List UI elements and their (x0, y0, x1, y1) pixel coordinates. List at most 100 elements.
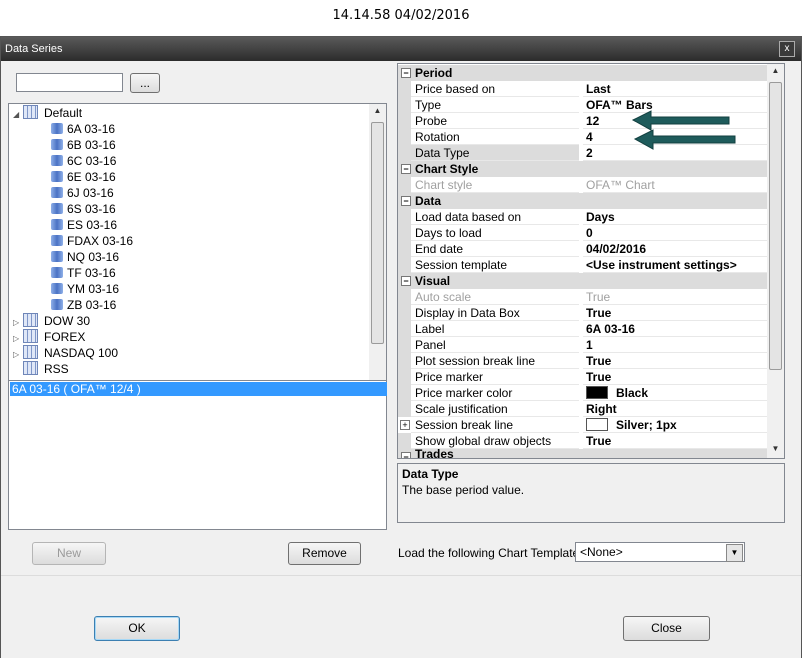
prop-value[interactable]: 1 (583, 337, 768, 353)
data-series-dialog: Data Series x ... ◢ Default 6A 03-16 6B 0… (0, 36, 802, 658)
scroll-thumb[interactable] (371, 122, 384, 344)
prop-load-based-on[interactable]: Load data based on Days (398, 209, 768, 225)
database-icon (51, 123, 63, 134)
prop-session-template[interactable]: Session template <Use instrument settings… (398, 257, 768, 273)
list-item-selected[interactable]: 6A 03-16 ( OFA™ 12/4 ) (10, 382, 387, 396)
collapse-icon[interactable]: − (401, 276, 411, 286)
tree-item[interactable]: 6S 03-16 (51, 201, 116, 217)
scroll-down-icon[interactable]: ▼ (767, 444, 784, 453)
prop-value[interactable]: Silver; 1px (583, 417, 768, 433)
tree-item[interactable]: 6C 03-16 (51, 153, 116, 169)
tree-item[interactable]: YM 03-16 (51, 281, 119, 297)
category-chart-style[interactable]: − Chart Style (398, 161, 768, 177)
prop-value[interactable]: 04/02/2016 (583, 241, 768, 257)
property-scrollbar[interactable]: ▲ ▼ (767, 64, 784, 458)
prop-label[interactable]: Label 6A 03-16 (398, 321, 768, 337)
template-select[interactable]: <None> ▼ (575, 542, 745, 562)
chevron-down-icon[interactable]: ▼ (726, 544, 743, 562)
prop-scale-justification[interactable]: Scale justification Right (398, 401, 768, 417)
prop-auto-scale[interactable]: Auto scale True (398, 289, 768, 305)
prop-value[interactable]: True (583, 433, 768, 449)
collapse-icon[interactable]: − (401, 452, 411, 458)
tree-item[interactable]: TF 03-16 (51, 265, 116, 281)
remove-button[interactable]: Remove (288, 542, 361, 565)
category-label: Visual (415, 274, 451, 288)
list-icon (23, 329, 38, 343)
tree-item[interactable]: 6B 03-16 (51, 137, 116, 153)
list-icon (23, 345, 38, 359)
tree-node-default[interactable]: ◢ Default (13, 105, 82, 121)
template-label: Load the following Chart Template: (398, 546, 583, 560)
prop-value[interactable]: Right (583, 401, 768, 417)
prop-name: Type (411, 97, 579, 113)
prop-price-marker-color[interactable]: Price marker color Black (398, 385, 768, 401)
prop-show-global-draw[interactable]: Show global draw objects True (398, 433, 768, 449)
ok-button[interactable]: OK (94, 616, 180, 641)
prop-name: Scale justification (411, 401, 579, 417)
browse-button[interactable]: ... (130, 73, 160, 93)
search-input[interactable] (16, 73, 123, 92)
prop-value[interactable]: 6A 03-16 (583, 321, 768, 337)
category-period[interactable]: − Period (398, 65, 768, 81)
prop-plot-session-break[interactable]: Plot session break line True (398, 353, 768, 369)
tree-node-nasdaq100[interactable]: ▷ NASDAQ 100 (13, 345, 118, 361)
prop-value: OFA™ Chart (583, 177, 768, 193)
prop-session-break-line[interactable]: + Session break line Silver; 1px (398, 417, 768, 433)
tree-node-rss[interactable]: RSS (13, 361, 69, 377)
category-visual[interactable]: − Visual (398, 273, 768, 289)
database-icon (51, 219, 63, 230)
tree-node-forex[interactable]: ▷ FOREX (13, 329, 85, 345)
tree-item-label: 6S 03-16 (67, 202, 116, 216)
prop-price-marker[interactable]: Price marker True (398, 369, 768, 385)
tree-node-label: NASDAQ 100 (44, 346, 119, 360)
scroll-up-icon[interactable]: ▲ (369, 106, 386, 115)
prop-chart-style[interactable]: Chart style OFA™ Chart (398, 177, 768, 193)
tree-item-label: 6A 03-16 (67, 122, 116, 136)
scroll-thumb[interactable] (769, 82, 782, 370)
expand-icon[interactable]: + (400, 420, 410, 430)
tree-item[interactable]: FDAX 03-16 (51, 233, 133, 249)
tree-scrollbar[interactable]: ▲ ▼ (369, 104, 386, 410)
prop-value[interactable]: True (583, 369, 768, 385)
category-data[interactable]: − Data (398, 193, 768, 209)
collapse-icon[interactable]: − (401, 196, 411, 206)
tree-node-dow30[interactable]: ▷ DOW 30 (13, 313, 90, 329)
tree-item[interactable]: NQ 03-16 (51, 249, 119, 265)
scroll-up-icon[interactable]: ▲ (767, 66, 784, 75)
tree-item[interactable]: ES 03-16 (51, 217, 117, 233)
prop-value[interactable]: Days (583, 209, 768, 225)
tree-item-label: 6C 03-16 (67, 154, 117, 168)
category-label: Data (415, 194, 442, 208)
tree-item[interactable]: ZB 03-16 (51, 297, 116, 313)
collapse-icon[interactable]: − (401, 68, 411, 78)
collapse-icon[interactable]: − (401, 164, 411, 174)
prop-panel[interactable]: Panel 1 (398, 337, 768, 353)
prop-days-to-load[interactable]: Days to load 0 (398, 225, 768, 241)
prop-price-based-on[interactable]: Price based on Last (398, 81, 768, 97)
database-icon (51, 187, 63, 198)
tree-node-label: FOREX (44, 330, 86, 344)
prop-value[interactable]: <Use instrument settings> (583, 257, 768, 273)
prop-value[interactable]: Black (583, 385, 768, 401)
tree-item[interactable]: 6J 03-16 (51, 185, 114, 201)
tree-node-label: RSS (44, 362, 69, 376)
close-window-button[interactable]: x (779, 41, 795, 57)
prop-end-date[interactable]: End date 04/02/2016 (398, 241, 768, 257)
prop-value[interactable]: True (583, 353, 768, 369)
new-button[interactable]: New (32, 542, 106, 565)
prop-display-data-box[interactable]: Display in Data Box True (398, 305, 768, 321)
prop-value[interactable]: True (583, 305, 768, 321)
prop-value[interactable]: 0 (583, 225, 768, 241)
tree-item-label: ZB 03-16 (67, 298, 117, 312)
prop-value[interactable]: Last (583, 81, 768, 97)
prop-name: Show global draw objects (411, 433, 579, 449)
category-trades[interactable]: − Trades (398, 449, 768, 458)
tree-item[interactable]: 6A 03-16 (51, 121, 115, 137)
tree-item[interactable]: 6E 03-16 (51, 169, 116, 185)
series-list: 6A 03-16 ( OFA™ 12/4 ) (8, 380, 387, 530)
prop-name: Chart style (411, 177, 579, 193)
close-button[interactable]: Close (623, 616, 710, 641)
property-description: Data Type The base period value. (397, 463, 785, 523)
collapse-icon[interactable]: ◢ (13, 107, 23, 123)
list-icon (23, 105, 38, 119)
